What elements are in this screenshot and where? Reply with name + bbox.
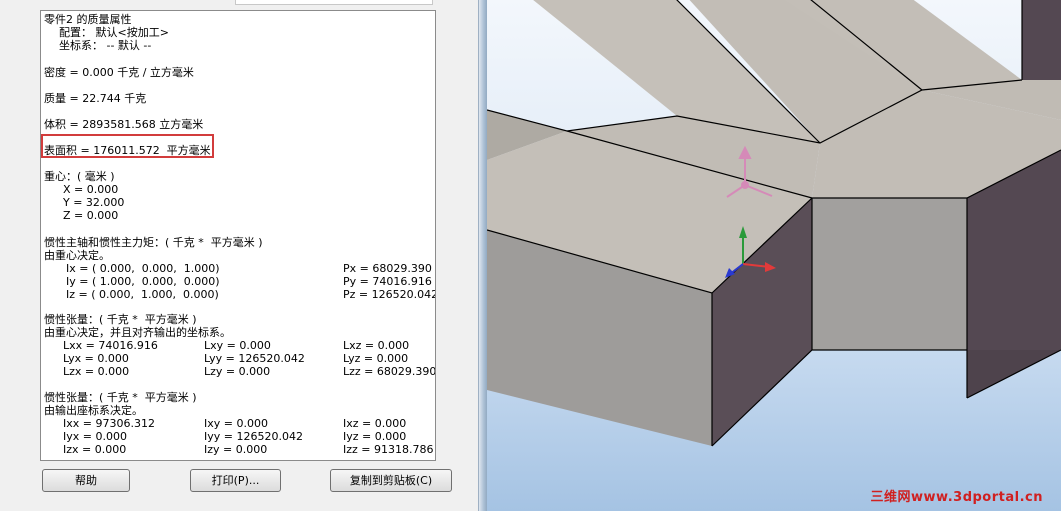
tensor-com-lxx: Lxx = 74016.916 — [63, 339, 158, 352]
tensor-output-iyx: Iyx = 0.000 — [63, 430, 127, 443]
tensor-com-lyy: Lyy = 126520.042 — [204, 352, 305, 365]
tensor-output-iyz: Iyz = 0.000 — [343, 430, 407, 443]
mass-properties-dialog: 零件2 的质量属性 配置： 默认<按加工> 坐标系： -- 默认 -- 密度 =… — [0, 0, 486, 511]
tensor-output-izy: Izy = 0.000 — [204, 443, 268, 456]
principal-axes-title: 惯性主轴和惯性主力矩：( 千克 * 平方毫米 ) — [44, 236, 263, 249]
center-of-mass-title: 重心：( 毫米 ) — [44, 170, 115, 183]
tensor-com-note: 由重心决定，并且对齐输出的坐标系。 — [44, 326, 231, 339]
coordinate-system-line: 坐标系： -- 默认 -- — [59, 39, 152, 52]
results-title: 零件2 的质量属性 — [44, 13, 132, 26]
principal-py: Py = 74016.916 — [343, 275, 432, 288]
density-line: 密度 = 0.000 千克 / 立方毫米 — [44, 66, 194, 79]
tensor-com-lxy: Lxy = 0.000 — [204, 339, 271, 352]
com-y: Y = 32.000 — [63, 196, 125, 209]
right-arm-front-face — [812, 198, 967, 350]
top-frame-strip — [235, 0, 433, 5]
mass-line: 质量 = 22.744 千克 — [44, 92, 147, 105]
copy-to-clipboard-button[interactable]: 复制到剪贴板(C) — [330, 469, 452, 492]
principal-iz: Iz = ( 0.000, 1.000, 0.000) — [66, 288, 219, 301]
tensor-output-ixy: Ixy = 0.000 — [204, 417, 268, 430]
tensor-com-lzy: Lzy = 0.000 — [204, 365, 271, 378]
principal-axes-note: 由重心决定。 — [44, 249, 110, 262]
tensor-output-izz: Izz = 91318.786 — [343, 443, 434, 456]
tensor-output-izx: Izx = 0.000 — [63, 443, 127, 456]
mass-properties-results-pane[interactable]: 零件2 的质量属性 配置： 默认<按加工> 坐标系： -- 默认 -- 密度 =… — [40, 10, 436, 461]
configuration-line: 配置： 默认<按加工> — [59, 26, 169, 39]
tensor-output-ixz: Ixz = 0.000 — [343, 417, 407, 430]
tensor-output-title: 惯性张量：( 千克 * 平方毫米 ) — [44, 391, 197, 404]
tensor-output-note: 由输出座标系决定。 — [44, 404, 143, 417]
tensor-com-lzx: Lzx = 0.000 — [63, 365, 130, 378]
surface-area-line: 表面积 = 176011.572 平方毫米 — [44, 144, 211, 157]
3d-graphics-viewport[interactable]: 三维网www.3dportal.cn — [487, 0, 1061, 511]
principal-iy: Iy = ( 1.000, 0.000, 0.000) — [66, 275, 220, 288]
com-z: Z = 0.000 — [63, 209, 119, 222]
volume-line: 体积 = 2893581.568 立方毫米 — [44, 118, 204, 131]
back-arm-side-face — [1022, 0, 1061, 80]
tensor-output-ixx: Ixx = 97306.312 — [63, 417, 155, 430]
principal-ix: Ix = ( 0.000, 0.000, 1.000) — [66, 262, 220, 275]
tensor-output-iyy: Iyy = 126520.042 — [204, 430, 303, 443]
watermark-text: 三维网www.3dportal.cn — [870, 490, 1043, 505]
tensor-com-lxz: Lxz = 0.000 — [343, 339, 410, 352]
help-button[interactable]: 帮助 — [42, 469, 130, 492]
tensor-com-lyz: Lyz = 0.000 — [343, 352, 409, 365]
principal-pz: Pz = 126520.042 — [343, 288, 436, 301]
principal-px: Px = 68029.390 — [343, 262, 432, 275]
part-model-rendering — [487, 0, 1061, 447]
print-button[interactable]: 打印(P)... — [190, 469, 281, 492]
com-x: X = 0.000 — [63, 183, 119, 196]
tensor-com-lyx: Lyx = 0.000 — [63, 352, 129, 365]
tensor-com-title: 惯性张量：( 千克 * 平方毫米 ) — [44, 313, 197, 326]
tensor-com-lzz: Lzz = 68029.390 — [343, 365, 436, 378]
